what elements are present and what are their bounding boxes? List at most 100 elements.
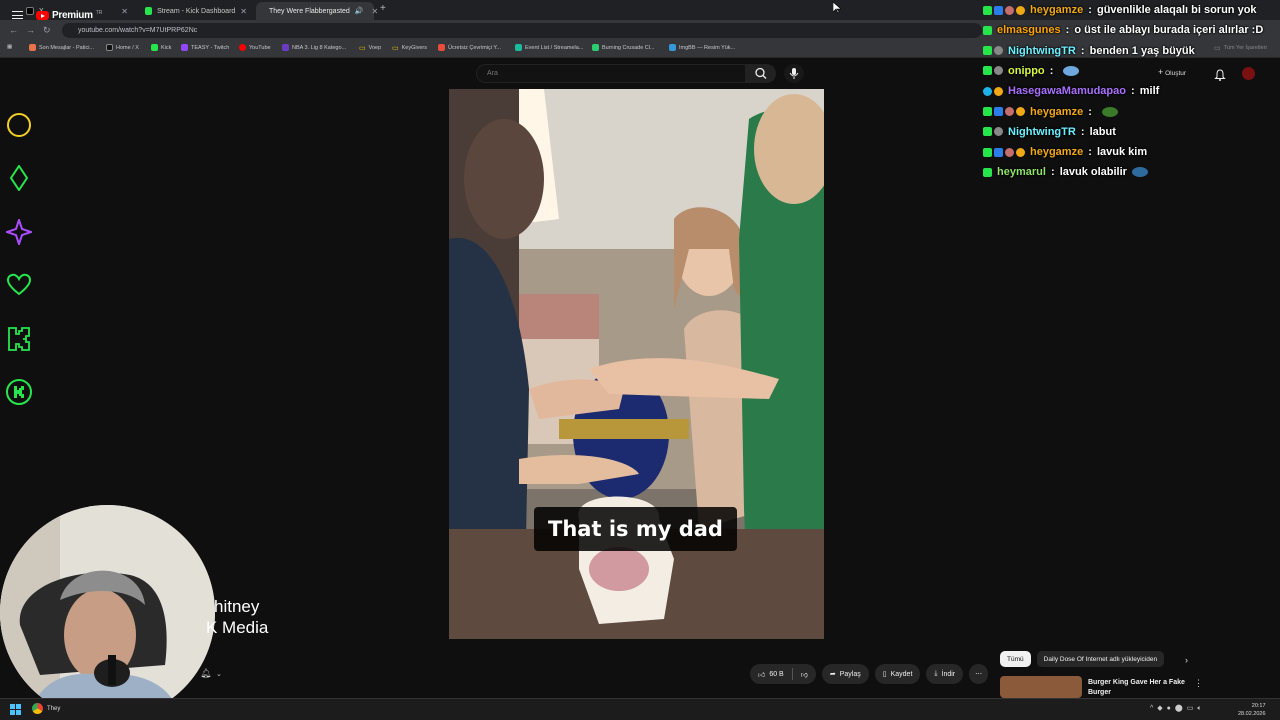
chip-all[interactable]: Tümü bbox=[1000, 651, 1031, 667]
bookmark-item[interactable]: YouTube bbox=[239, 44, 271, 51]
account-avatar[interactable] bbox=[1242, 67, 1255, 80]
video-caption: That is my dad bbox=[534, 507, 737, 551]
bookmark-favicon-icon bbox=[239, 44, 246, 51]
kick-circle-logo-icon bbox=[6, 379, 32, 405]
close-tab-icon[interactable]: ✕ bbox=[121, 7, 128, 16]
speaker-icon[interactable]: 🔊 bbox=[355, 7, 364, 15]
microphone-icon bbox=[789, 68, 799, 79]
tab-label: They Were Flabbergasted bbox=[269, 7, 350, 15]
bookmark-item[interactable]: Event List / Streamela... bbox=[515, 44, 583, 51]
gift-badge-icon bbox=[1016, 5, 1025, 15]
notifications-button[interactable] bbox=[1214, 68, 1226, 86]
youtube-logo[interactable]: Premium TR bbox=[36, 10, 102, 21]
search-input[interactable]: Ara bbox=[476, 64, 746, 83]
close-tab-icon[interactable]: ✕ bbox=[372, 7, 379, 16]
download-label: İndir bbox=[941, 670, 956, 678]
bookmark-item[interactable]: TEASY - Twitch bbox=[181, 44, 229, 51]
chat-username: heygamze bbox=[1030, 4, 1084, 16]
chat-emote-icon bbox=[1063, 65, 1080, 76]
bookmark-label: Voep bbox=[368, 45, 382, 51]
tab-kick-dashboard[interactable]: Stream - Kick Dashboard ✕ bbox=[137, 2, 255, 20]
back-icon[interactable]: ← bbox=[9, 25, 18, 35]
kick-badge-icon bbox=[983, 167, 992, 177]
bell-icon: 🔔︎ bbox=[200, 668, 212, 678]
share-button[interactable]: ➦ Paylaş bbox=[821, 664, 869, 684]
chrome-icon bbox=[32, 703, 43, 714]
gift-badge-icon bbox=[994, 86, 1003, 96]
search-button[interactable] bbox=[746, 64, 776, 83]
gem-badge-icon bbox=[983, 86, 992, 96]
voice-search-button[interactable] bbox=[784, 64, 804, 83]
chat-username: elmasgunes bbox=[997, 24, 1061, 37]
tab-youtube-video[interactable]: They Were Flabbergasted 🔊 ✕ bbox=[256, 2, 378, 20]
all-bookmarks[interactable]: ▭ Tüm Yer İşaretleri bbox=[1214, 44, 1267, 52]
bookmark-item[interactable]: Kick bbox=[151, 44, 171, 51]
recommended-video[interactable]: Burger King Gave Her a Fake Burger ⋮ bbox=[1000, 676, 1270, 698]
overlay-line-2: K Media bbox=[206, 618, 269, 637]
system-clock[interactable]: 20:17 28.02.2026 bbox=[1238, 702, 1266, 718]
bookmark-item[interactable]: Home / X bbox=[106, 44, 139, 51]
chat-text: labut bbox=[1089, 125, 1116, 138]
url-field[interactable]: youtube.com/watch?v=M7UtPRP62Nc bbox=[62, 23, 982, 38]
kick-favicon-icon bbox=[145, 7, 153, 15]
new-tab-button[interactable]: + bbox=[380, 3, 386, 14]
bookmark-item[interactable]: Son Mesajlar - Patici... bbox=[29, 44, 94, 51]
apps-icon[interactable]: ▦ bbox=[7, 44, 12, 50]
bookmark-icon: ▯ bbox=[882, 671, 887, 678]
reload-icon[interactable]: ↻ bbox=[43, 25, 51, 36]
verified-badge-icon bbox=[994, 5, 1003, 15]
like-dislike-group: 👍︎ 60 B 👎︎ bbox=[750, 664, 816, 684]
taskbar-app-label: They bbox=[47, 705, 61, 712]
bookmark-item[interactable]: NBA 3. Lig 8 Katego... bbox=[282, 44, 346, 51]
taskbar-app-chrome[interactable]: They bbox=[32, 703, 60, 714]
clock-date: 28.02.2026 bbox=[1238, 711, 1266, 717]
more-actions-button[interactable]: ⋯ bbox=[969, 664, 989, 684]
chat-text: güvenlikle alaqalı bi sorun yok bbox=[1096, 4, 1257, 16]
close-tab-icon[interactable]: ✕ bbox=[240, 7, 247, 16]
recommended-video-title[interactable]: Burger King Gave Her a Fake Burger bbox=[1088, 678, 1188, 698]
system-tray-icons[interactable]: ^◆●⬤▭🔈︎ bbox=[1150, 704, 1206, 713]
recommendation-chips: Tümü Daily Dose Of Internet adlı yükleyi… bbox=[1000, 651, 1165, 667]
video-player[interactable] bbox=[449, 89, 824, 639]
bookmark-item[interactable]: ▭ Voep bbox=[359, 44, 381, 52]
chat-emote-icon bbox=[1101, 106, 1118, 117]
chat-username: NightwingTR bbox=[1008, 125, 1076, 138]
menu-icon[interactable] bbox=[12, 11, 23, 19]
create-button[interactable]: + Oluştur bbox=[1158, 67, 1186, 77]
chat-message: elmasgunes : o üst ile ablayı burada içe… bbox=[983, 20, 1263, 40]
forward-icon[interactable]: → bbox=[26, 25, 35, 35]
streamer-webcam bbox=[0, 505, 215, 720]
chat-message: heygamze : güvenlikle alaqalı bi sorun y… bbox=[983, 0, 1257, 20]
video-thumbnail[interactable] bbox=[1000, 676, 1082, 698]
folder-icon: ▭ bbox=[359, 45, 366, 52]
more-vertical-icon[interactable]: ⋮ bbox=[1194, 678, 1203, 689]
tab-label: Stream - Kick Dashboard bbox=[157, 7, 236, 15]
bookmark-label: Ücretsiz Çevrimiçi Y... bbox=[448, 44, 501, 51]
bookmark-label: Tüm Yer İşaretleri bbox=[1223, 45, 1267, 51]
windows-start-icon[interactable] bbox=[10, 704, 21, 715]
rocket-badge-icon bbox=[1005, 107, 1014, 116]
subscription-bell[interactable]: 🔔︎ ⌄ bbox=[200, 668, 222, 679]
bookmark-item[interactable]: ImgBB — Resim Yük... bbox=[669, 44, 735, 51]
chat-separator: : bbox=[1085, 4, 1095, 16]
chat-message: NightwingTR : benden 1 yaş büyük bbox=[983, 41, 1195, 61]
region-code: TR bbox=[95, 10, 103, 16]
thumbs-up-icon[interactable]: 👍︎ bbox=[758, 670, 765, 679]
chevron-right-icon[interactable]: › bbox=[1185, 655, 1188, 665]
thumbs-down-icon[interactable]: 👎︎ bbox=[801, 670, 808, 679]
chip-uploader[interactable]: Daily Dose Of Internet adlı yükleyiciden bbox=[1036, 651, 1165, 667]
bookmark-label: Event List / Streamela... bbox=[525, 44, 584, 51]
bookmark-item[interactable]: Ücretsiz Çevrimiçi Y... bbox=[438, 44, 501, 51]
bookmark-label: TEASY - Twitch bbox=[191, 44, 230, 51]
share-label: Paylaş bbox=[839, 670, 861, 678]
download-button[interactable]: ⤓ İndir bbox=[926, 664, 964, 684]
kick-logo-icon bbox=[8, 327, 30, 351]
bookmark-item[interactable]: Burning Crusade Cl... bbox=[592, 44, 655, 51]
bookmark-item[interactable]: ▭ KeyGivers bbox=[392, 44, 427, 52]
bookmark-favicon-icon bbox=[106, 44, 113, 51]
kick-badge-icon bbox=[983, 46, 992, 56]
chat-separator: : bbox=[1085, 105, 1095, 118]
like-count[interactable]: 60 B bbox=[769, 671, 783, 678]
save-button[interactable]: ▯ Kaydet bbox=[874, 664, 921, 684]
share-arrow-icon: ➦ bbox=[829, 671, 836, 678]
